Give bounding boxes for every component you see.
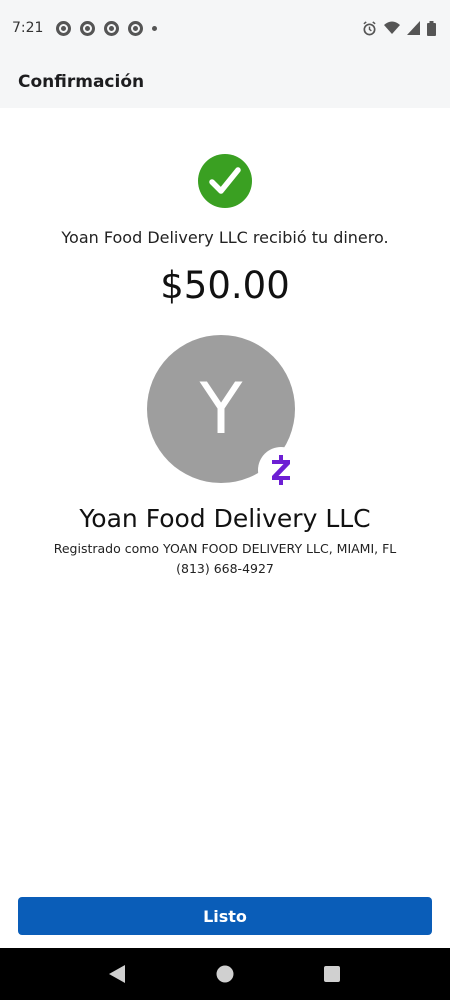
avatar-letter: Y	[199, 368, 243, 450]
status-left: 7:21	[12, 20, 158, 36]
zelle-badge	[258, 447, 304, 493]
wifi-icon	[384, 21, 400, 34]
check-circle-icon	[198, 154, 252, 208]
alarm-icon	[363, 20, 376, 35]
system-nav-bar	[0, 948, 450, 1000]
received-message: Yoan Food Delivery LLC recibió tu dinero…	[61, 228, 389, 247]
more-notifications-icon	[152, 25, 158, 31]
zelle-icon	[272, 455, 290, 485]
back-icon	[109, 965, 126, 983]
chrome-icon	[128, 20, 144, 36]
recents-button[interactable]	[320, 962, 344, 986]
signal-icon	[407, 21, 420, 35]
battery-icon	[427, 20, 436, 36]
home-icon	[216, 965, 234, 983]
recents-icon	[324, 966, 341, 982]
status-time: 7:21	[12, 20, 44, 36]
app-bar: Confirmación	[0, 56, 450, 108]
done-button[interactable]: Listo	[18, 897, 432, 935]
back-button[interactable]	[106, 962, 130, 986]
chrome-icon	[56, 20, 72, 36]
status-right	[362, 20, 436, 36]
page-title: Confirmación	[18, 72, 145, 92]
chrome-icon	[80, 20, 96, 36]
registered-as: Registrado como YOAN FOOD DELIVERY LLC, …	[53, 541, 397, 556]
home-button[interactable]	[213, 962, 237, 986]
chrome-icon	[104, 20, 120, 36]
recipient-phone: (813) 668-4927	[176, 561, 274, 576]
status-bar: 7:21	[0, 0, 450, 56]
recipient-name: Yoan Food Delivery LLC	[79, 504, 371, 533]
amount: $50.00	[160, 264, 290, 307]
confirmation-screen: 7:21 Confirmación Yoan Food Delivery LLC…	[0, 0, 450, 1000]
